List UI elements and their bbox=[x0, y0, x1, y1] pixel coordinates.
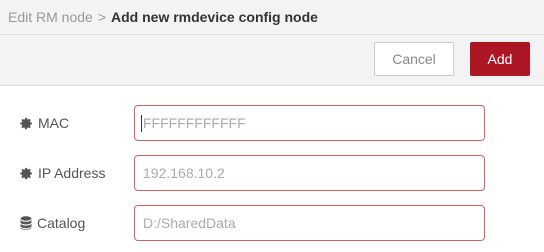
dialog-title: Add new rmdevice config node bbox=[111, 9, 318, 25]
catalog-input[interactable] bbox=[134, 205, 485, 241]
mac-label-text: MAC bbox=[38, 115, 70, 131]
ip-address-label: IP Address bbox=[20, 155, 105, 191]
breadcrumb-separator: > bbox=[97, 9, 107, 25]
gear-icon bbox=[20, 167, 32, 179]
breadcrumb-parent[interactable]: Edit RM node bbox=[8, 9, 93, 25]
catalog-label-text: Catalog bbox=[37, 215, 86, 231]
form-row-catalog: Catalog bbox=[0, 205, 544, 241]
text-cursor bbox=[141, 115, 142, 132]
dialog-header: Edit RM node > Add new rmdevice config n… bbox=[0, 0, 544, 35]
gear-icon bbox=[20, 117, 32, 129]
dialog-toolbar: Cancel Add bbox=[0, 35, 544, 86]
form-row-mac: MAC bbox=[0, 105, 544, 141]
catalog-label: Catalog bbox=[20, 205, 85, 241]
form-row-ip-address: IP Address bbox=[0, 155, 544, 191]
database-icon bbox=[20, 216, 32, 230]
cancel-button[interactable]: Cancel bbox=[374, 42, 454, 76]
add-button[interactable]: Add bbox=[470, 42, 530, 76]
config-form: MAC IP Address Catalog bbox=[0, 86, 544, 252]
ip-address-label-text: IP Address bbox=[38, 165, 106, 181]
ip-address-input[interactable] bbox=[134, 155, 485, 191]
mac-input[interactable] bbox=[134, 105, 485, 141]
mac-label: MAC bbox=[20, 105, 69, 141]
